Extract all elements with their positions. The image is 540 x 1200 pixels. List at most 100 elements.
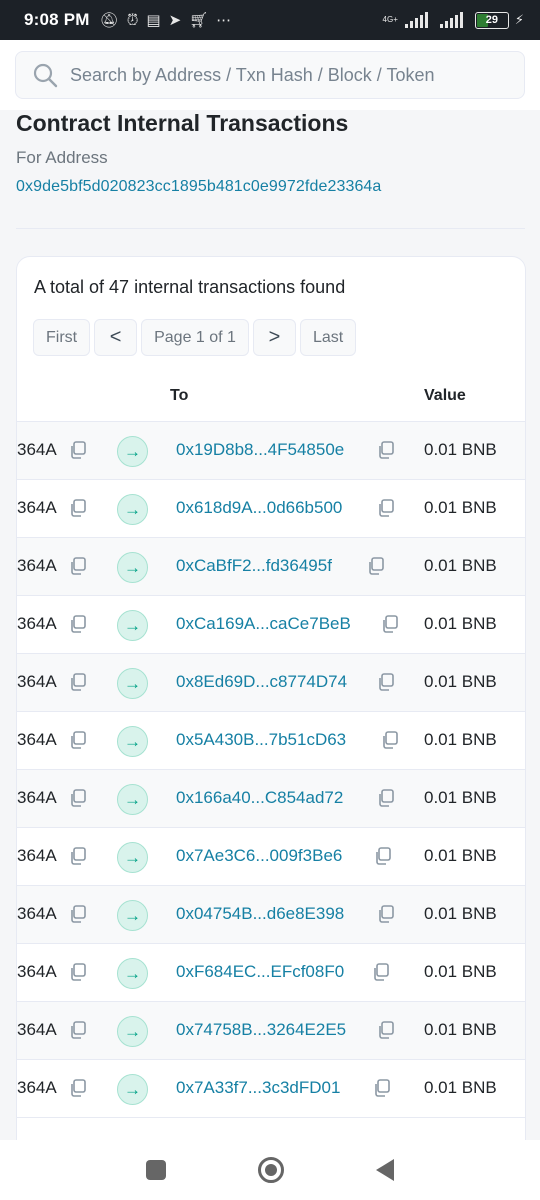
to-address-link[interactable]: 0xF684EC...EFcf08F0: [176, 962, 344, 982]
telegram-icon: ➤: [168, 12, 182, 29]
to-address-link[interactable]: 0x618d9A...0d66b500: [176, 498, 342, 518]
charging-icon: ⚡︎: [514, 12, 524, 27]
arrow-right-icon: →: [117, 610, 148, 641]
to-address-link[interactable]: 0x74758B...3264E2E5: [176, 1020, 346, 1040]
battery-level: 29: [485, 14, 498, 26]
table-row: 364A → 0xCaBfF2...fd36495f 0.01 BNB: [17, 538, 525, 596]
transactions-table-body: 364A → 0x19D8b8...4F54850e 0.01 BNB 364A → 0x6…: [17, 422, 525, 1118]
table-row: 364A → 0x7Ae3C6...009f3Be6 0.01 BNB: [17, 828, 525, 886]
copy-icon[interactable]: [68, 498, 88, 518]
arrow-right-icon: →: [117, 958, 148, 989]
to-address-link[interactable]: 0x7Ae3C6...009f3Be6: [176, 846, 342, 866]
page-subtitle: For Address: [16, 148, 108, 167]
copy-icon[interactable]: [68, 672, 88, 692]
copy-icon[interactable]: [68, 962, 88, 982]
from-address[interactable]: 364A: [17, 788, 57, 808]
from-address[interactable]: 364A: [17, 672, 57, 692]
copy-icon[interactable]: [68, 614, 88, 634]
copy-icon[interactable]: [68, 440, 88, 460]
search-icon: [33, 63, 58, 88]
copy-icon[interactable]: [68, 730, 88, 750]
copy-icon[interactable]: [373, 846, 393, 866]
chevron-right-icon: >: [268, 326, 281, 348]
prev-page-button[interactable]: <: [94, 319, 138, 356]
copy-icon[interactable]: [68, 846, 88, 866]
arrow-right-icon: →: [117, 494, 148, 525]
from-address[interactable]: 364A: [17, 962, 57, 982]
column-header-value: Value: [424, 387, 466, 404]
to-address-link[interactable]: 0xCaBfF2...fd36495f: [176, 556, 332, 576]
from-address[interactable]: 364A: [17, 556, 57, 576]
value-cell: 0.01 BNB: [424, 614, 497, 633]
muted-bell-icon: 🔕︎: [99, 12, 119, 29]
value-cell: 0.01 BNB: [424, 962, 497, 981]
table-row: 364A → 0x74758B...3264E2E5 0.01 BNB: [17, 1002, 525, 1060]
arrow-right-icon: →: [117, 668, 148, 699]
copy-icon[interactable]: [68, 1020, 88, 1040]
search-bar-container: [0, 40, 540, 110]
value-cell: 0.01 BNB: [424, 846, 497, 865]
arrow-right-icon: →: [117, 726, 148, 757]
from-address[interactable]: 364A: [17, 1020, 57, 1040]
next-page-button[interactable]: >: [252, 319, 296, 356]
value-cell: 0.01 BNB: [424, 672, 497, 691]
recent-apps-button[interactable]: [146, 1160, 166, 1180]
page-title: Contract Internal Transactions: [16, 110, 349, 136]
copy-icon[interactable]: [68, 904, 88, 924]
battery-icon: 29: [474, 11, 509, 29]
page-indicator: Page 1 of 1: [141, 319, 249, 356]
notification-icons: 🔕︎ ⏰︎ ▤ ➤ 🛒︎ ⋯: [99, 11, 232, 30]
arrow-right-icon: →: [117, 552, 148, 583]
copy-icon[interactable]: [376, 1020, 396, 1040]
news-icon: ▤: [146, 12, 161, 29]
from-address[interactable]: 364A: [17, 904, 57, 924]
back-button[interactable]: [376, 1159, 394, 1181]
alarm-icon: ⏰︎: [126, 11, 139, 29]
search-box[interactable]: [15, 51, 525, 99]
copy-icon[interactable]: [68, 556, 88, 576]
table-row: 364A → 0x8Ed69D...c8774D74 0.01 BNB: [17, 654, 525, 712]
copy-icon[interactable]: [372, 1078, 392, 1098]
value-cell: 0.01 BNB: [424, 788, 497, 807]
from-address[interactable]: 364A: [17, 614, 57, 634]
to-address-link[interactable]: 0x04754B...d6e8E398: [176, 904, 344, 924]
search-input[interactable]: [70, 64, 490, 86]
value-cell: 0.01 BNB: [424, 1078, 497, 1097]
copy-icon[interactable]: [376, 672, 396, 692]
from-address[interactable]: 364A: [17, 846, 57, 866]
arrow-right-icon: →: [117, 1074, 148, 1105]
home-button[interactable]: [258, 1157, 284, 1183]
value-cell: 0.01 BNB: [424, 904, 497, 923]
copy-icon[interactable]: [380, 614, 400, 634]
arrow-right-icon: →: [117, 1016, 148, 1047]
arrow-right-icon: →: [117, 900, 148, 931]
chevron-left-icon: <: [109, 326, 122, 348]
to-address-link[interactable]: 0x8Ed69D...c8774D74: [176, 672, 347, 692]
to-address-link[interactable]: 0x19D8b8...4F54850e: [176, 440, 344, 460]
copy-icon[interactable]: [68, 1078, 88, 1098]
from-address[interactable]: 364A: [17, 440, 57, 460]
to-address-link[interactable]: 0x5A430B...7b51cD63: [176, 730, 346, 750]
copy-icon[interactable]: [68, 788, 88, 808]
to-address-link[interactable]: 0x7A33f7...3c3dFD01: [176, 1078, 340, 1098]
to-address-link[interactable]: 0xCa169A...caCe7BeB: [176, 614, 351, 634]
copy-icon[interactable]: [376, 788, 396, 808]
contract-address-link[interactable]: 0x9de5bf5d020823cc1895b481c0e9972fde2336…: [16, 178, 381, 196]
copy-icon[interactable]: [380, 730, 400, 750]
from-address[interactable]: 364A: [17, 730, 57, 750]
to-address-link[interactable]: 0x166a40...C854ad72: [176, 788, 343, 808]
system-nav-bar: [0, 1140, 540, 1200]
copy-icon[interactable]: [371, 962, 391, 982]
copy-icon[interactable]: [376, 440, 396, 460]
value-cell: 0.01 BNB: [424, 440, 497, 459]
copy-icon[interactable]: [376, 498, 396, 518]
cart-icon: 🛒︎: [189, 12, 209, 29]
table-row: 364A → 0xCa169A...caCe7BeB 0.01 BNB: [17, 596, 525, 654]
from-address[interactable]: 364A: [17, 1078, 57, 1098]
copy-icon[interactable]: [376, 904, 396, 924]
last-page-button[interactable]: Last: [299, 319, 357, 356]
from-address[interactable]: 364A: [17, 498, 57, 518]
copy-icon[interactable]: [366, 556, 386, 576]
first-page-button[interactable]: First: [33, 319, 91, 356]
table-header: To Value: [17, 370, 525, 422]
